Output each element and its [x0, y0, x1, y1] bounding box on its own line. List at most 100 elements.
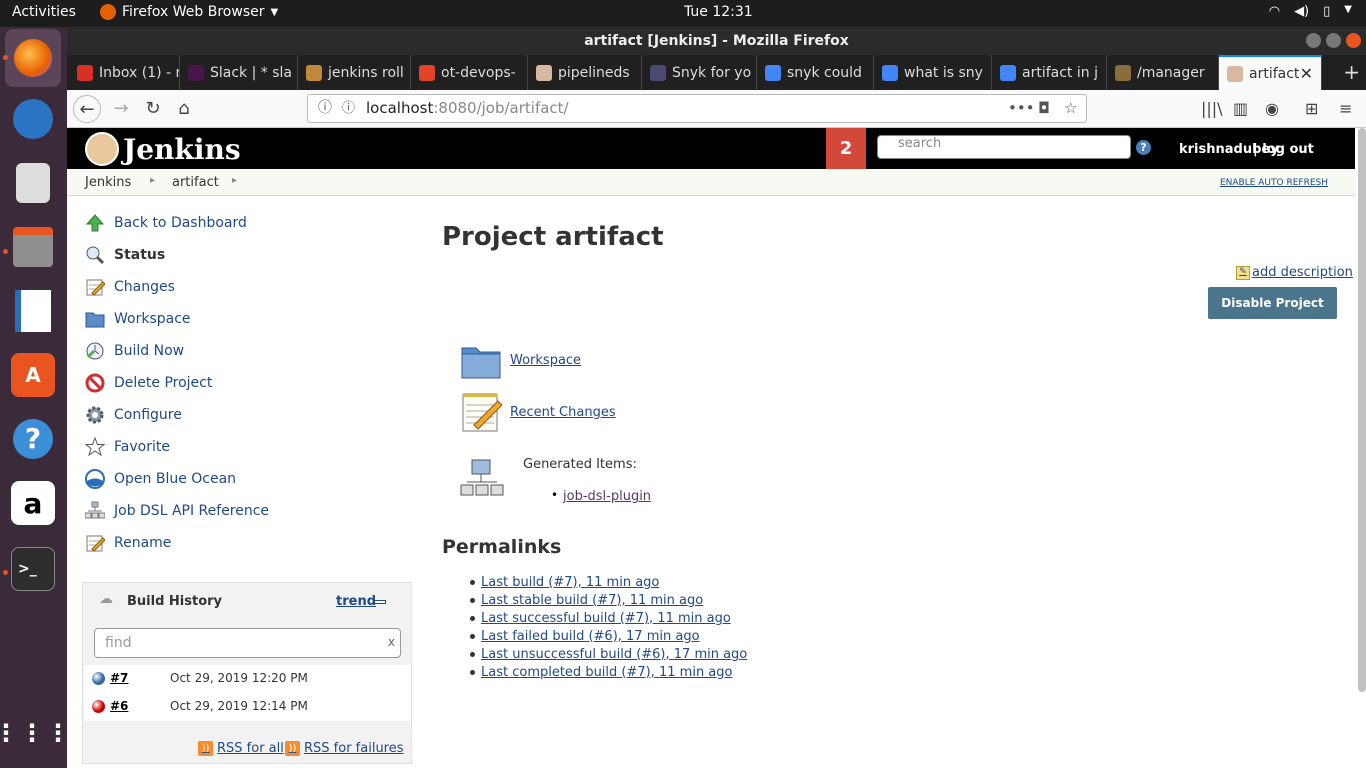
task-label[interactable]: Open Blue Ocean — [114, 471, 236, 487]
permalink-link[interactable]: Last completed build (#7), 11 min ago — [481, 665, 732, 680]
extensions-icon[interactable]: ⊞ — [1305, 99, 1318, 118]
close-window-button[interactable] — [1346, 33, 1361, 48]
site-info-icon[interactable]: ⓘ — [342, 95, 355, 122]
task-changes[interactable]: Changes — [84, 276, 384, 298]
show-apps-icon[interactable]: ⋮⋮⋮ — [0, 711, 70, 755]
job-dsl-plugin-link[interactable]: job-dsl-plugin — [563, 489, 651, 504]
favicon-icon — [1000, 64, 1016, 81]
library-icon[interactable]: |||\ — [1201, 99, 1223, 118]
activities-button[interactable]: Activities — [12, 4, 76, 20]
bookmark-star-icon[interactable]: ☆ — [1064, 95, 1077, 122]
add-description-link[interactable]: ✎ add description — [1236, 265, 1353, 280]
back-button[interactable]: ← — [73, 95, 101, 123]
help-dock-icon[interactable]: ? — [11, 417, 55, 461]
notification-badge[interactable]: 2 — [826, 128, 866, 169]
task-label[interactable]: Delete Project — [114, 375, 212, 391]
task-back-to-dashboard[interactable]: Back to Dashboard — [84, 212, 384, 234]
browser-tab[interactable]: what is sny — [874, 55, 992, 90]
close-tab-icon[interactable]: ✕ — [1300, 64, 1313, 83]
new-tab-button[interactable]: + — [1343, 60, 1360, 84]
thunderbird-dock-icon[interactable] — [11, 97, 55, 141]
task-configure[interactable]: Configure — [84, 404, 384, 426]
home-button[interactable]: ⌂ — [170, 95, 198, 123]
menu-icon[interactable]: ≡ — [1339, 99, 1352, 118]
task-label[interactable]: Back to Dashboard — [114, 215, 247, 231]
task-label[interactable]: Build Now — [114, 343, 184, 359]
pocket-icon[interactable]: ◘ — [1038, 95, 1050, 122]
chevron-right-icon[interactable]: ▸ — [150, 175, 155, 186]
clear-filter-icon[interactable]: x — [388, 635, 395, 649]
browser-tab[interactable]: Slack | * sla — [180, 55, 298, 90]
workspace-link-label[interactable]: Workspace — [510, 353, 581, 368]
writer-dock-icon[interactable] — [11, 289, 55, 333]
workspace-link[interactable]: Workspace — [460, 339, 581, 381]
task-label[interactable]: Status — [114, 247, 165, 263]
jenkins-logo[interactable]: Jenkins — [85, 132, 241, 166]
browser-tab[interactable]: artifact ✕ — [1219, 55, 1322, 90]
build-number-link[interactable]: #7 — [110, 671, 128, 685]
permalink-link[interactable]: Last failed build (#6), 17 min ago — [481, 629, 700, 644]
info-icon[interactable]: ⓘ — [318, 95, 332, 122]
browser-tab[interactable]: Inbox (1) - r — [69, 55, 180, 90]
recent-changes-link[interactable]: Recent Changes — [460, 391, 616, 433]
browser-tab[interactable]: Snyk for yo — [642, 55, 757, 90]
breadcrumb-artifact[interactable]: artifact — [172, 175, 219, 190]
rss-failures-link[interactable]: )) RSS for failures — [285, 741, 404, 756]
task-label[interactable]: Favorite — [114, 439, 170, 455]
browser-tab[interactable]: artifact in j — [992, 55, 1107, 90]
breadcrumb-jenkins[interactable]: Jenkins — [85, 175, 131, 190]
task-status[interactable]: Status — [84, 244, 384, 266]
search-input[interactable]: search — [877, 135, 1131, 159]
reload-button[interactable]: ↻ — [139, 95, 167, 123]
task-label[interactable]: Rename — [114, 535, 171, 551]
page-actions-icon[interactable]: ••• — [1008, 95, 1035, 122]
page-scrollbar[interactable] — [1358, 128, 1366, 692]
browser-tab[interactable]: jenkins roll — [298, 55, 411, 90]
task-build-now[interactable]: Build Now — [84, 340, 384, 362]
task-label[interactable]: Workspace — [114, 311, 191, 327]
disable-project-button[interactable]: Disable Project — [1208, 287, 1337, 319]
build-filter-input[interactable]: find — [94, 628, 401, 658]
task-favorite[interactable]: Favorite — [84, 436, 384, 458]
recent-changes-label[interactable]: Recent Changes — [510, 405, 616, 420]
app-menu[interactable]: Firefox Web Browser ▼ — [100, 4, 278, 20]
url-bar[interactable]: ⓘ ⓘ localhost:8080/job/artifact/ ••• ◘ ☆ — [307, 94, 1087, 123]
amazon-dock-icon[interactable]: a — [11, 481, 55, 525]
browser-tab[interactable]: snyk could — [757, 55, 874, 90]
rhythmbox-dock-icon[interactable] — [11, 161, 55, 205]
permalink-link[interactable]: Last successful build (#7), 11 min ago — [481, 611, 731, 626]
browser-tab[interactable]: /manager — [1107, 55, 1219, 90]
collapse-icon[interactable] — [374, 600, 386, 604]
task-job-dsl-api-reference[interactable]: Job DSL API Reference — [84, 500, 384, 522]
firefox-dock-icon[interactable] — [5, 29, 61, 87]
task-open-blue-ocean[interactable]: Open Blue Ocean — [84, 468, 384, 490]
task-label[interactable]: Configure — [114, 407, 182, 423]
terminal-dock-icon[interactable]: >_ — [11, 547, 55, 591]
sidebar-icon[interactable]: ▥ — [1233, 99, 1248, 118]
rss-all-link[interactable]: )) RSS for all — [198, 741, 284, 756]
logout-link[interactable]: | log out — [1253, 142, 1314, 157]
forward-button[interactable]: → — [107, 95, 135, 123]
task-rename[interactable]: Rename — [84, 532, 384, 554]
task-workspace[interactable]: Workspace — [84, 308, 384, 330]
permalink-link[interactable]: Last stable build (#7), 11 min ago — [481, 593, 703, 608]
files-dock-icon[interactable] — [11, 225, 55, 269]
task-delete-project[interactable]: Delete Project — [84, 372, 384, 394]
enable-auto-refresh-link[interactable]: ENABLE AUTO REFRESH — [1220, 178, 1328, 188]
permalink-link[interactable]: Last unsuccessful build (#6), 17 min ago — [481, 647, 747, 662]
task-label[interactable]: Changes — [114, 279, 175, 295]
permalink-link[interactable]: Last build (#7), 11 min ago — [481, 575, 659, 590]
browser-tab[interactable]: pipelineds — [528, 55, 642, 90]
maximize-button[interactable] — [1326, 33, 1341, 48]
help-icon[interactable]: ? — [1136, 140, 1151, 155]
account-icon[interactable]: ◉ — [1265, 99, 1279, 118]
chevron-right-icon[interactable]: ▸ — [232, 175, 237, 186]
system-tray[interactable]: ◠ ◀) ▯ ▼ — [1269, 4, 1352, 19]
build-number-link[interactable]: #6 — [110, 699, 128, 713]
software-dock-icon[interactable]: A — [11, 353, 55, 397]
trend-link[interactable]: trend — [336, 594, 376, 609]
minimize-button[interactable] — [1306, 33, 1321, 48]
task-label[interactable]: Job DSL API Reference — [114, 503, 269, 519]
clock[interactable]: Tue 12:31 — [684, 4, 753, 20]
browser-tab[interactable]: ot-devops- — [411, 55, 528, 90]
